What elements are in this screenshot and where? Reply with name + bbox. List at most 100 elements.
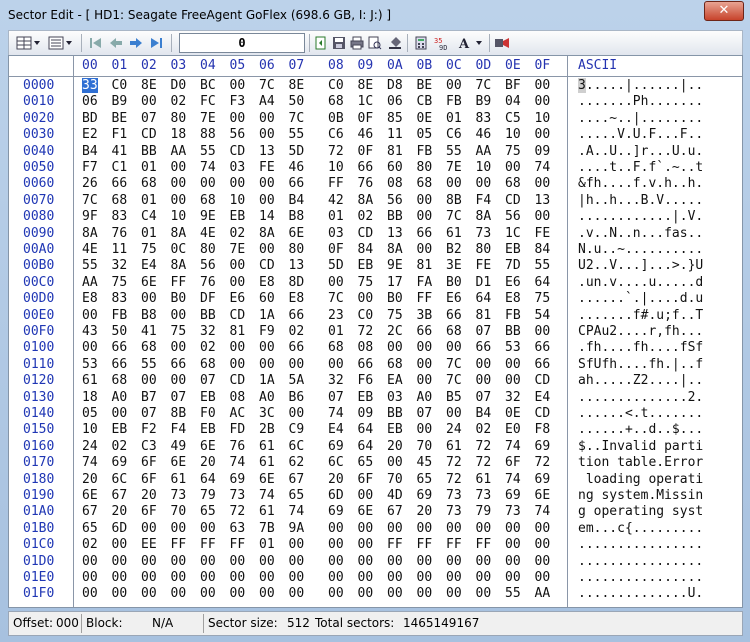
hex-byte[interactable]: 7C [446,209,462,224]
hex-byte[interactable]: 14 [259,209,275,224]
hex-byte[interactable]: 10 [82,422,98,437]
hex-byte[interactable]: 75 [358,275,374,290]
hex-byte[interactable]: FB [417,144,433,159]
hex-byte[interactable]: 49 [171,439,187,454]
hex-byte[interactable]: 0E [417,111,433,126]
last-sector-icon[interactable] [147,34,165,51]
ascii-text[interactable]: $..Invalid parti [578,439,703,454]
hex-byte[interactable]: B7 [141,390,157,405]
hex-byte[interactable]: 00 [259,570,275,585]
hex-byte[interactable]: 00 [505,357,521,372]
hex-byte[interactable]: 02 [289,324,305,339]
hex-byte[interactable]: 00 [112,554,128,569]
hex-byte[interactable]: 00 [535,324,551,339]
hex-byte[interactable]: 00 [535,570,551,585]
hex-byte[interactable]: 76 [112,226,128,241]
hex-byte[interactable]: 74 [259,488,275,503]
hex-byte[interactable]: 18 [171,127,187,142]
hex-byte[interactable]: 00 [417,570,433,585]
hex-byte[interactable]: 73 [505,504,521,519]
ascii-text[interactable]: .......f#.u;f..T [578,308,703,323]
hex-byte[interactable]: 68 [141,340,157,355]
hex-byte[interactable]: 00 [535,521,551,536]
hex-byte[interactable]: 08 [230,390,246,405]
hex-byte[interactable]: D0 [171,78,187,93]
hex-byte[interactable]: 6F [141,504,157,519]
hex-byte[interactable]: 64 [200,472,216,487]
hex-byte[interactable]: 09 [358,406,374,421]
hex-byte[interactable]: 00 [141,521,157,536]
hex-byte[interactable]: BB [141,144,157,159]
hex-byte[interactable]: 69 [328,504,344,519]
hex-byte[interactable]: 00 [446,586,462,601]
hex-byte[interactable]: 56 [230,127,246,142]
hex-byte[interactable]: 20 [141,488,157,503]
hex-byte[interactable]: 07 [141,111,157,126]
hex-byte[interactable]: CD [141,127,157,142]
hex-byte[interactable]: 00 [171,554,187,569]
hex-byte[interactable]: 00 [200,586,216,601]
ascii-text[interactable]: ....t..F.f`.~..t [578,160,703,175]
hex-byte[interactable]: 00 [358,291,374,306]
hex-byte[interactable]: 64 [358,422,374,437]
hex-byte[interactable]: 0F [328,242,344,257]
hex-byte[interactable]: 61 [446,226,462,241]
hex-byte[interactable]: 68 [200,357,216,372]
hex-byte[interactable]: 00 [476,570,492,585]
hex-byte[interactable]: FF [230,537,246,552]
hex-byte[interactable]: 67 [82,504,98,519]
hex-byte[interactable]: 9A [289,521,305,536]
hex-byte[interactable]: B8 [141,308,157,323]
hex-byte[interactable]: BB [200,308,216,323]
hex-byte[interactable]: 6E [82,488,98,503]
hex-byte[interactable]: 00 [112,406,128,421]
hex-byte[interactable]: C4 [141,209,157,224]
print-preview-icon[interactable] [367,34,383,51]
bookmark-icon[interactable] [493,34,511,51]
hex-byte[interactable]: 81 [230,324,246,339]
hex-byte[interactable]: CD [505,193,521,208]
ascii-text[interactable]: em...c{......... [578,521,703,536]
hex-byte[interactable]: 6E [535,488,551,503]
ascii-text[interactable]: 3.....|......|.. [578,78,703,93]
hex-byte[interactable]: 46 [476,127,492,142]
hex-byte[interactable]: 66 [112,340,128,355]
calculator-icon[interactable] [413,34,429,51]
hex-byte[interactable]: 55 [82,258,98,273]
hex-byte[interactable]: BF [505,78,521,93]
hex-byte[interactable]: 72 [230,504,246,519]
hex-byte[interactable]: E4 [328,422,344,437]
hex-byte[interactable]: FA [417,275,433,290]
hex-byte[interactable]: A0 [259,390,275,405]
hex-byte[interactable]: 10 [535,111,551,126]
hex-byte[interactable]: EB [505,242,521,257]
hex-byte[interactable]: C0 [112,78,128,93]
hex-byte[interactable]: 1A [259,308,275,323]
next-sector-icon[interactable] [127,34,145,51]
hex-byte[interactable]: 02 [82,537,98,552]
hex-byte[interactable]: 00 [476,176,492,191]
hex-byte[interactable]: 69 [328,439,344,454]
hex-byte[interactable]: 00 [417,357,433,372]
hex-byte[interactable]: 68 [112,373,128,388]
hex-byte[interactable]: 00 [446,340,462,355]
hex-byte[interactable]: 0C [171,242,187,257]
hex-byte[interactable]: FF [171,537,187,552]
hex-byte[interactable]: FF [387,537,403,552]
ascii-text[interactable]: .v..N..n...fas.. [578,226,703,241]
hex-byte[interactable]: 00 [230,111,246,126]
hex-byte[interactable]: 61 [259,504,275,519]
hex-byte[interactable]: 00 [141,373,157,388]
hex-byte[interactable]: 09 [535,144,551,159]
hex-byte[interactable]: 69 [417,488,433,503]
hex-byte[interactable]: A0 [112,390,128,405]
hex-byte[interactable]: 00 [230,586,246,601]
hex-byte[interactable]: 01 [141,160,157,175]
hex-byte[interactable]: 8B [171,406,187,421]
ascii-text[interactable]: ......+..d..$... [578,422,703,437]
hex-byte[interactable]: 76 [200,275,216,290]
hex-byte[interactable]: D1 [476,275,492,290]
hex-byte[interactable]: AA [535,586,551,601]
hex-byte[interactable]: 63 [230,521,246,536]
hex-byte[interactable]: EA [387,373,403,388]
